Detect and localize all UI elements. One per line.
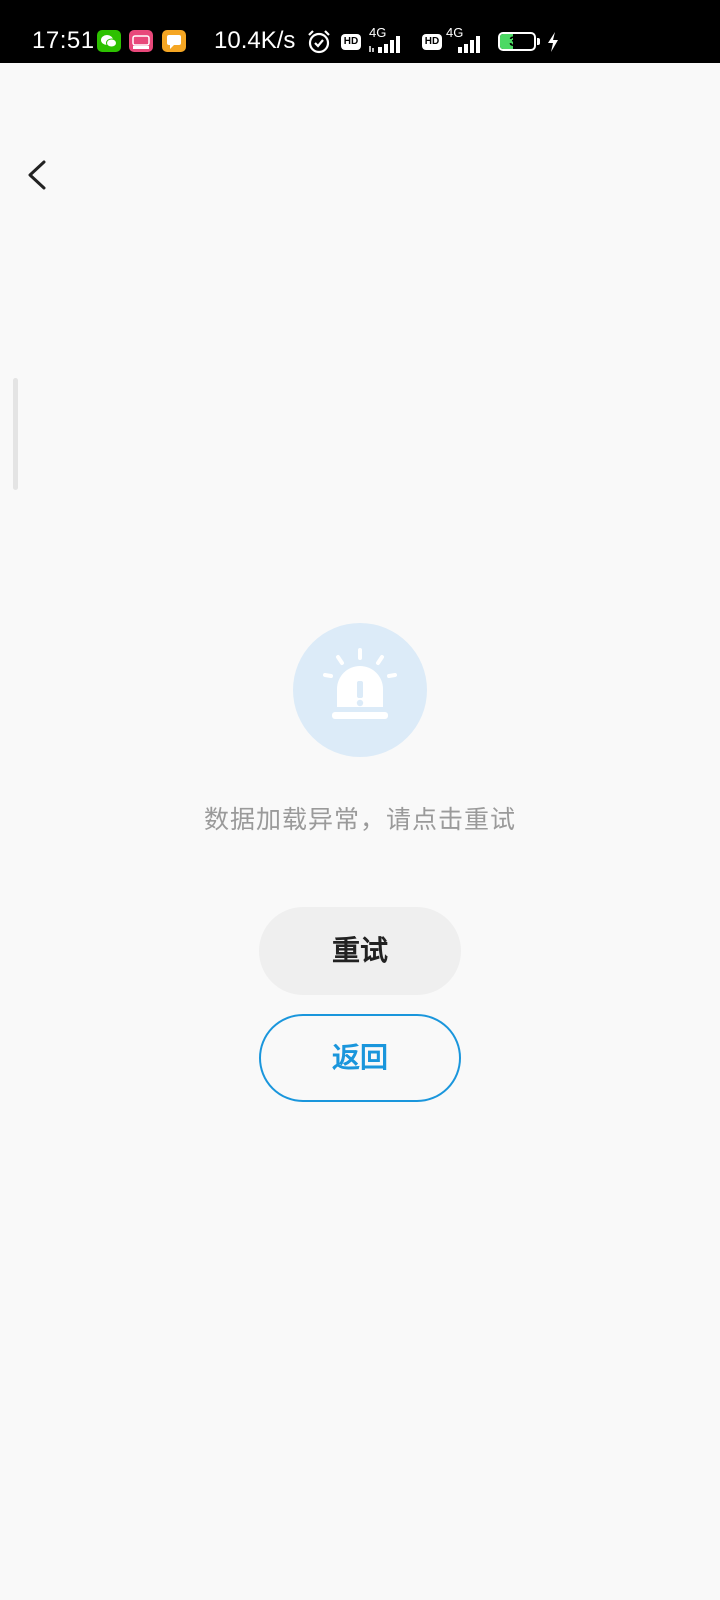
error-message: 数据加载异常，请点击重试	[203, 805, 516, 834]
hd-icon: HD	[341, 34, 361, 50]
hd-icon: HD	[422, 34, 442, 50]
scroll-indicator	[13, 378, 18, 490]
wechat-icon	[97, 30, 121, 52]
battery-nub	[537, 38, 540, 45]
message-icon	[162, 30, 186, 52]
chevron-left-icon	[28, 160, 46, 190]
battery-icon: 39	[498, 32, 536, 51]
return-button[interactable]: 返回	[259, 1014, 461, 1102]
retry-button[interactable]: 重试	[259, 907, 461, 995]
back-button[interactable]	[18, 150, 58, 200]
status-time: 17:51	[32, 27, 95, 54]
network-speed: 10.4K/s	[214, 27, 296, 54]
alarm-icon	[308, 30, 330, 54]
app-icon	[129, 30, 153, 52]
signal-icon	[458, 36, 480, 53]
siren-alarm-icon	[323, 648, 397, 719]
signal-icon	[369, 36, 400, 53]
battery-level: 39	[509, 33, 525, 49]
charging-icon	[548, 32, 558, 52]
error-icon-circle	[293, 623, 427, 757]
status-bar: 17:51 10.4K/s HD 4G HD 4G 39	[0, 0, 720, 63]
